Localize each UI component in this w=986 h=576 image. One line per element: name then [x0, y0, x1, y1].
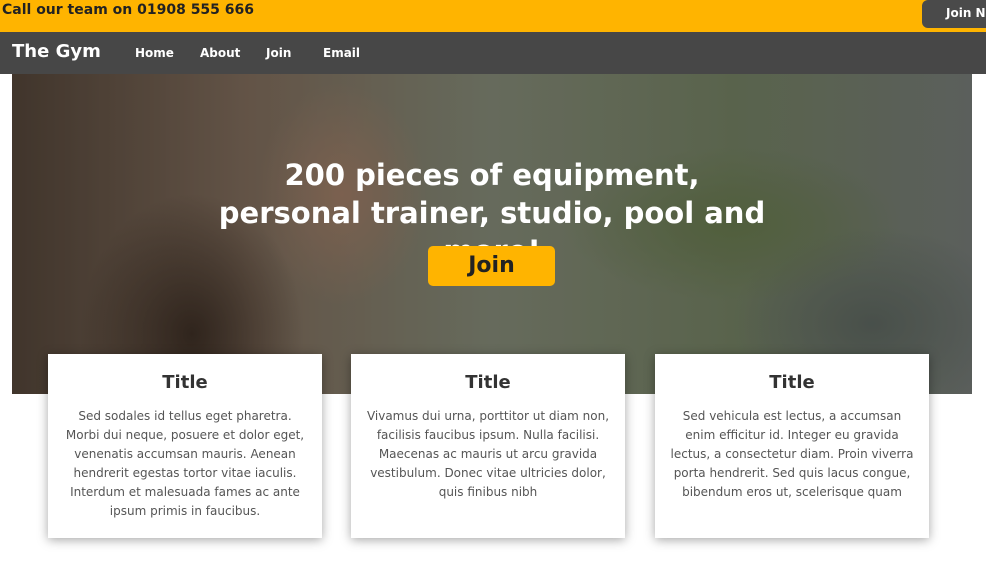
top-contact-bar: Call our team on 01908 555 666 Join Now [0, 0, 986, 32]
card-text: Sed sodales id tellus eget pharetra. Mor… [65, 409, 305, 518]
phone-contact-text: Call our team on 01908 555 666 [2, 2, 255, 18]
feature-card-3: Title Sed vehicula est lectus, a accumsa… [655, 354, 929, 538]
hero-banner: 200 pieces of equipment, personal traine… [12, 74, 972, 394]
feature-card-2: Title Vivamus dui urna, porttitor ut dia… [351, 354, 625, 538]
card-title: Title [465, 372, 511, 393]
nav-link-join[interactable]: Join [266, 46, 291, 60]
card-title: Title [162, 372, 208, 393]
card-text: Sed vehicula est lectus, a accumsan enim… [670, 409, 914, 499]
hero-join-button[interactable]: Join [428, 246, 555, 286]
brand-logo[interactable]: The Gym [12, 41, 101, 62]
main-navbar: The Gym Home About Join Email [0, 32, 986, 74]
nav-link-home[interactable]: Home [135, 46, 174, 60]
card-text: Vivamus dui urna, porttitor ut diam non,… [366, 409, 610, 499]
join-now-button[interactable]: Join Now [922, 0, 986, 28]
nav-link-email[interactable]: Email [323, 46, 360, 60]
card-title: Title [769, 372, 815, 393]
nav-link-about[interactable]: About [200, 46, 240, 60]
feature-card-1: Title Sed sodales id tellus eget pharetr… [48, 354, 322, 538]
